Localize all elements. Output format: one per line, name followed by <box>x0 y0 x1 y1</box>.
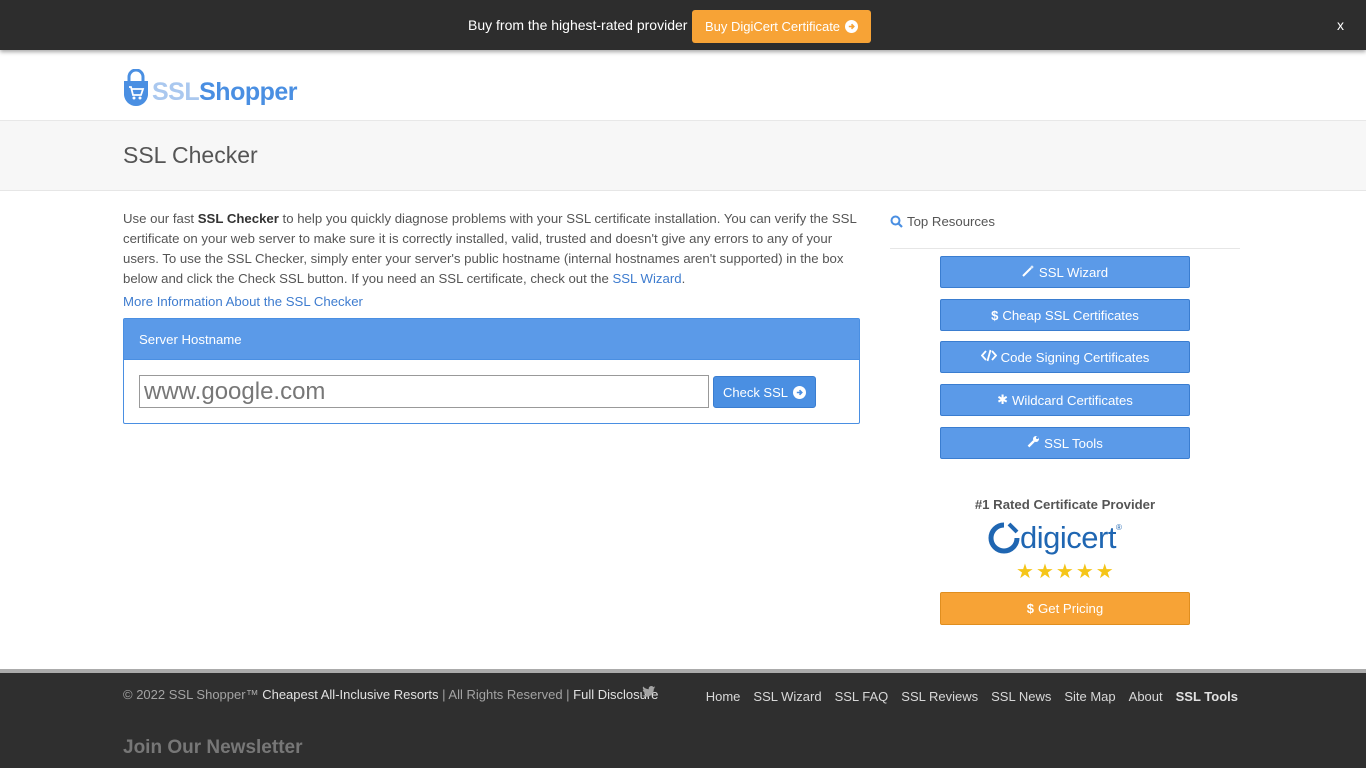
footer-link-ssl-wizard[interactable]: SSL Wizard <box>753 689 821 704</box>
footer-link-ssl-reviews[interactable]: SSL Reviews <box>901 689 978 704</box>
ssl-wizard-button[interactable]: SSL Wizard <box>940 256 1190 288</box>
newsletter-heading: Join Our Newsletter <box>123 737 303 758</box>
footer-link-site-map[interactable]: Site Map <box>1064 689 1115 704</box>
ssl-tools-button[interactable]: SSL Tools <box>940 427 1190 459</box>
star-icon: ★ <box>1016 561 1034 583</box>
rating-stars: ★ ★ ★ ★ ★ <box>1016 562 1114 582</box>
page-title: SSL Checker <box>123 142 258 168</box>
search-icon <box>890 215 903 228</box>
buy-digicert-label: Buy DigiCert Certificate <box>704 19 841 34</box>
arrow-circle-right-icon <box>793 385 807 399</box>
digicert-logo[interactable]: digicert ® <box>988 520 1122 556</box>
wildcard-label: Wildcard Certificates <box>1011 392 1133 408</box>
star-icon: ★ <box>1075 561 1094 583</box>
star-icon: ★ <box>1035 561 1054 583</box>
panel-title: Server Hostname <box>124 319 859 360</box>
footer-link-ssl-faq[interactable]: SSL FAQ <box>835 689 889 704</box>
wildcard-button[interactable]: ✱ Wildcard Certificates <box>940 384 1190 416</box>
footer-nav: Home SSL Wizard SSL FAQ SSL Reviews SSL … <box>706 689 1238 704</box>
twitter-icon[interactable] <box>642 686 656 701</box>
check-ssl-button[interactable]: Check SSL <box>713 376 816 408</box>
cheap-ssl-label: Cheap SSL Certificates <box>1002 307 1139 323</box>
top-resources-label: Top Resources <box>907 214 995 229</box>
ssl-wizard-link[interactable]: SSL Wizard <box>612 271 681 286</box>
footer-link-ssl-tools[interactable]: SSL Tools <box>1176 689 1238 704</box>
shopping-bag-lock-icon <box>124 69 148 107</box>
check-ssl-label: Check SSL <box>722 384 789 400</box>
intro-paragraph: Use our fast SSL Checker to help you qui… <box>123 211 857 286</box>
ssl-wizard-label: SSL Wizard <box>1038 264 1109 280</box>
close-promo-button[interactable]: x <box>1337 17 1344 33</box>
code-icon <box>980 349 997 365</box>
digicert-wordmark: digicert <box>1020 520 1116 555</box>
promo-bar: Buy from the highest-rated provider Buy … <box>0 0 1366 50</box>
resorts-link[interactable]: Cheapest All-Inclusive Resorts <box>262 687 438 702</box>
resources-divider <box>890 248 1240 249</box>
star-icon: ★ <box>1055 561 1074 583</box>
more-info-link[interactable]: More Information About the SSL Checker <box>123 294 363 309</box>
intro-bold: SSL Checker <box>197 211 279 226</box>
checker-panel: Server Hostname Check SSL <box>123 318 860 424</box>
logo-shopper-text: Shopper <box>199 78 298 106</box>
logo-ssl-text: SSL <box>152 78 200 106</box>
site-logo[interactable]: SSLShopper <box>122 65 302 107</box>
arrow-circle-right-icon <box>845 20 859 33</box>
hostname-input[interactable] <box>139 375 709 408</box>
footer-copyright: © 2022 SSL Shopper™ Cheapest All-Inclusi… <box>123 687 659 702</box>
rated-provider-text: #1 Rated Certificate Provider <box>974 497 1156 512</box>
footer-link-ssl-news[interactable]: SSL News <box>991 689 1051 704</box>
dollar-icon: $ <box>991 307 999 323</box>
buy-digicert-button[interactable]: Buy DigiCert Certificate <box>692 10 871 43</box>
registered-icon: ® <box>1115 523 1122 532</box>
footer-link-home[interactable]: Home <box>706 689 741 704</box>
star-icon: ★ <box>1095 561 1114 583</box>
ssl-tools-label: SSL Tools <box>1044 435 1103 451</box>
get-pricing-button[interactable]: $ Get Pricing <box>940 592 1190 625</box>
footer-link-about[interactable]: About <box>1129 689 1163 704</box>
dollar-icon: $ <box>1026 601 1034 616</box>
magic-wand-icon <box>1022 264 1035 280</box>
digicert-ring-icon <box>988 522 1020 554</box>
code-signing-label: Code Signing Certificates <box>1000 349 1150 365</box>
code-signing-button[interactable]: Code Signing Certificates <box>940 341 1190 373</box>
promo-text: Buy from the highest-rated provider <box>468 17 688 33</box>
get-pricing-label: Get Pricing <box>1038 601 1104 616</box>
cheap-ssl-button[interactable]: $ Cheap SSL Certificates <box>940 299 1190 331</box>
wrench-icon <box>1027 435 1040 451</box>
asterisk-icon: ✱ <box>997 392 1008 407</box>
top-resources-heading: Top Resources <box>890 214 995 229</box>
